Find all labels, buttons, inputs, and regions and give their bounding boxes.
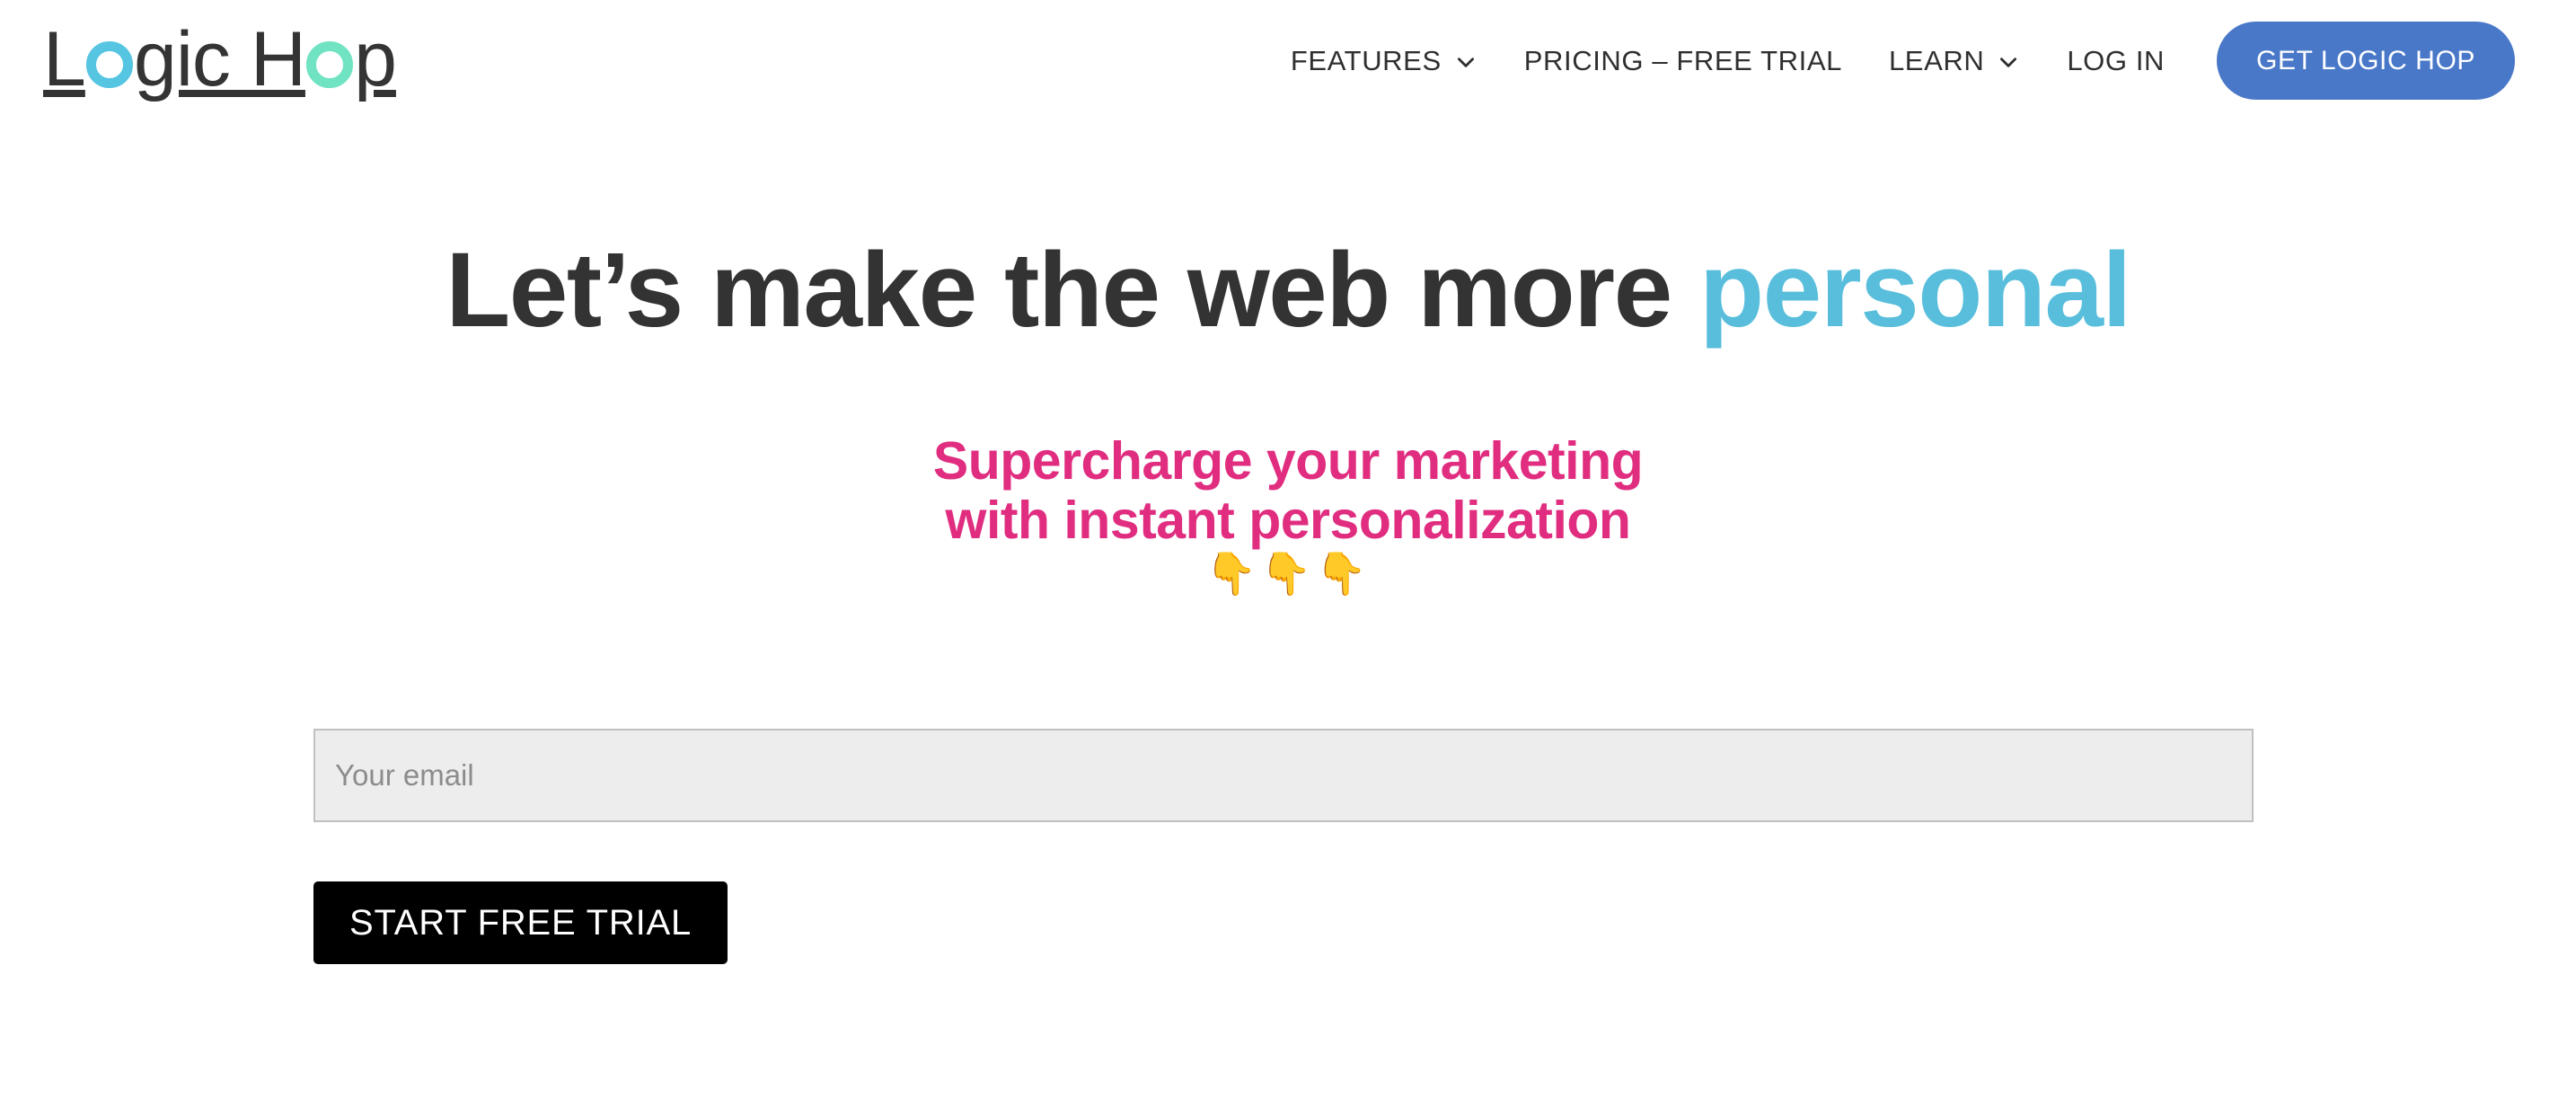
nav-item-pricing-free-trial[interactable]: PRICING – FREE TRIAL bbox=[1501, 47, 1866, 75]
subheadline-line-2: with instant personalization bbox=[945, 491, 1631, 550]
get-logic-hop-button[interactable]: GET LOGIC HOP bbox=[2217, 22, 2515, 100]
page-title-accent: personal bbox=[1698, 231, 2131, 350]
subheadline-line-1: Supercharge your marketing bbox=[932, 431, 1644, 491]
signup-form: START FREE TRIAL bbox=[313, 729, 2254, 964]
nav-item-learn-label: LEARN bbox=[1888, 45, 1985, 76]
nav-item-pricing-label: PRICING – FREE TRIAL bbox=[1523, 45, 1842, 76]
logo-ring-o-teal bbox=[306, 40, 353, 88]
logo-letter-p: p bbox=[354, 16, 397, 102]
pointing-down-emoji: 👇👇👇 bbox=[1205, 550, 1371, 597]
page-title-plain: Let’s make the web more bbox=[446, 231, 1699, 350]
nav-item-login-label: LOG IN bbox=[2067, 45, 2166, 76]
subheadline: Supercharge your marketing with instant … bbox=[0, 431, 2576, 597]
nav-item-features[interactable]: FEATURES bbox=[1291, 47, 1501, 75]
logo-letter-l: L bbox=[43, 16, 86, 102]
nav-item-features-label: FEATURES bbox=[1290, 45, 1442, 76]
nav-item-log-in[interactable]: LOG IN bbox=[2043, 47, 2188, 75]
main-navigation: FEATURES PRICING – FREE TRIAL LEARN LOG … bbox=[1291, 0, 2576, 121]
logo-ring-o-blue bbox=[86, 40, 133, 88]
logo-letters-gic-h: gic H bbox=[134, 16, 306, 102]
site-header: Lgic H p FEATURES PRICING – FREE TRIAL LE… bbox=[0, 0, 2576, 121]
chevron-down-icon bbox=[1997, 50, 2020, 74]
page-title: Let’s make the web more personal bbox=[0, 227, 2576, 355]
brand-logo[interactable]: Lgic H p bbox=[43, 5, 397, 113]
nav-item-learn[interactable]: LEARN bbox=[1866, 47, 2043, 75]
chevron-down-icon bbox=[1454, 50, 1478, 74]
email-field[interactable] bbox=[313, 729, 2254, 822]
start-free-trial-button[interactable]: START FREE TRIAL bbox=[313, 881, 728, 964]
